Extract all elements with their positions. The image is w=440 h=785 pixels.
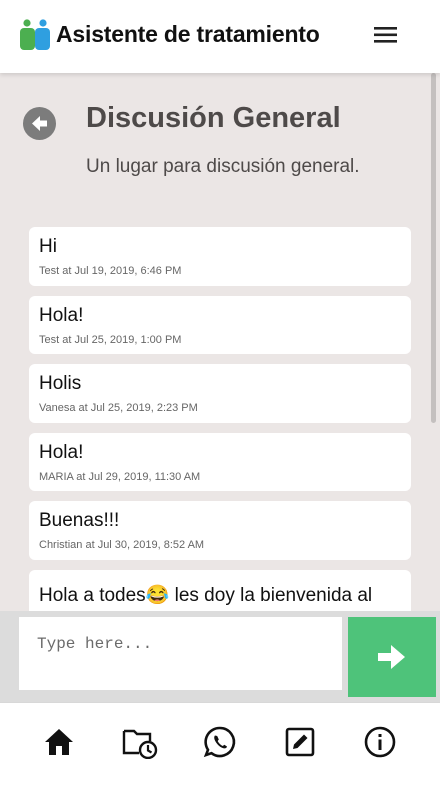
message-card: Hi Test at Jul 19, 2019, 6:46 PM bbox=[29, 227, 411, 286]
hamburger-menu-icon[interactable] bbox=[372, 22, 400, 48]
message-card: Buenas!!! Christian at Jul 30, 2019, 8:5… bbox=[29, 501, 411, 560]
nav-edit[interactable] bbox=[283, 725, 317, 759]
arrow-right-icon bbox=[378, 645, 405, 669]
message-list[interactable]: Hi Test at Jul 19, 2019, 6:46 PM Hola! T… bbox=[29, 227, 411, 611]
nav-whatsapp[interactable] bbox=[203, 725, 237, 759]
whatsapp-icon bbox=[203, 726, 236, 758]
nav-history[interactable] bbox=[122, 725, 158, 760]
page-subtitle: Un lugar para discusión general. bbox=[86, 156, 360, 177]
page-scrollbar[interactable] bbox=[431, 73, 436, 423]
message-text: Hola a todes😂 les doy la bienvenida al bbox=[39, 584, 373, 606]
page-title: Discusión General bbox=[86, 102, 341, 134]
edit-icon bbox=[285, 727, 315, 757]
message-text: Hi bbox=[39, 236, 57, 257]
message-text: Holis bbox=[39, 373, 82, 394]
message-text: Hola! bbox=[39, 441, 84, 463]
send-button[interactable] bbox=[348, 617, 436, 697]
message-card: Hola! Test at Jul 25, 2019, 1:00 PM bbox=[29, 295, 411, 354]
message-input[interactable] bbox=[19, 617, 342, 690]
message-card: Hola! MARIA at Jul 29, 2019, 11:30 AM bbox=[29, 432, 411, 491]
top-app-bar: Asistente de tratamiento bbox=[0, 0, 440, 73]
message-card: Hola a todes😂 les doy la bienvenida al bbox=[29, 569, 411, 611]
folder-clock-icon bbox=[122, 729, 158, 760]
message-meta: Vanesa at Jul 25, 2019, 2:23 PM bbox=[39, 402, 198, 414]
message-meta: MARIA at Jul 29, 2019, 11:30 AM bbox=[39, 470, 201, 483]
home-icon bbox=[45, 729, 73, 755]
app-title: Asistente de tratamiento bbox=[56, 21, 320, 47]
app-logo-icon bbox=[20, 19, 50, 50]
nav-info[interactable] bbox=[363, 725, 397, 759]
message-text: Buenas!!! bbox=[39, 510, 120, 531]
message-composer bbox=[0, 611, 440, 702]
message-card: Holis Vanesa at Jul 25, 2019, 2:23 PM bbox=[29, 364, 411, 423]
arrow-left-icon bbox=[32, 116, 47, 131]
message-text: Hola! bbox=[39, 304, 84, 326]
message-meta: Test at Jul 19, 2019, 6:46 PM bbox=[39, 265, 182, 277]
message-meta: Test at Jul 25, 2019, 1:00 PM bbox=[39, 333, 182, 346]
nav-home[interactable] bbox=[42, 725, 76, 759]
message-meta: Christian at Jul 30, 2019, 8:52 AM bbox=[39, 539, 205, 551]
back-button[interactable] bbox=[23, 107, 56, 140]
bottom-navigation bbox=[0, 702, 440, 785]
info-icon bbox=[364, 726, 396, 758]
